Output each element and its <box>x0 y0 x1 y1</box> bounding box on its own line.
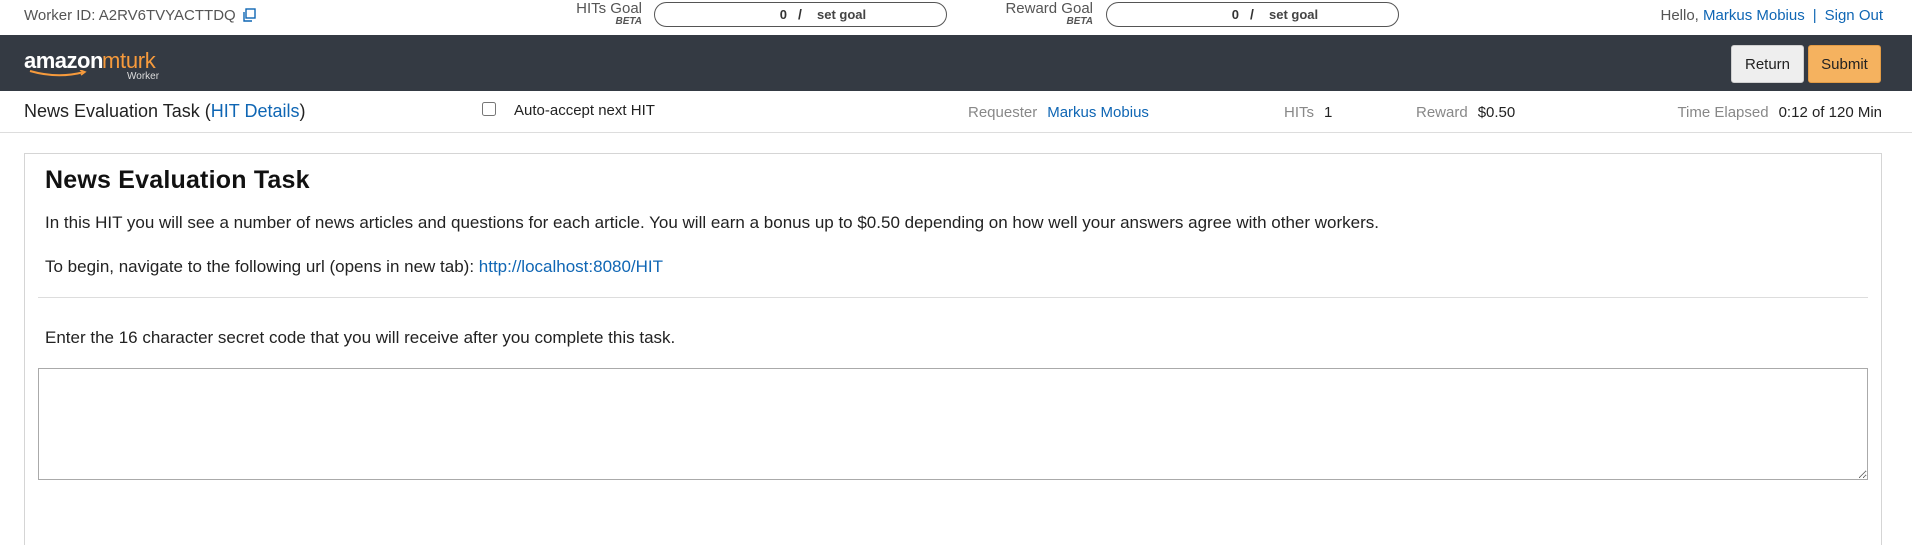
auto-accept-checkbox[interactable] <box>482 102 496 116</box>
hits-value: 1 <box>1324 104 1333 121</box>
user-greeting: Hello, Markus Mobius | Sign Out <box>1660 7 1883 24</box>
worker-id-text: Worker ID: A2RV6TVYACTTDQ <box>24 7 236 24</box>
reward-goal-label: Reward Goal BETA <box>1004 1 1093 28</box>
close-paren: ) <box>299 101 306 121</box>
user-name-link[interactable]: Markus Mobius <box>1703 7 1805 24</box>
task-title-text: News Evaluation Task <box>24 101 200 121</box>
reward-label: Reward <box>1416 104 1468 121</box>
return-button[interactable]: Return <box>1731 45 1804 83</box>
top-bar: Worker ID: A2RV6TVYACTTDQ HITs Goal BETA… <box>0 0 1912 35</box>
submit-button[interactable]: Submit <box>1808 45 1881 83</box>
requester-name-link[interactable]: Markus Mobius <box>1047 104 1149 121</box>
reward-value: $0.50 <box>1477 104 1516 121</box>
reward-goal-input[interactable]: 0 / set goal <box>1106 2 1399 27</box>
task-intro: In this HIT you will see a number of new… <box>45 213 1379 232</box>
hits-goal-value: 0 <box>779 7 787 22</box>
begin-text: To begin, navigate to the following url … <box>45 257 479 276</box>
hits-set-goal[interactable]: set goal <box>817 7 866 22</box>
hello-text: Hello, <box>1660 7 1699 24</box>
logo-worker: Worker <box>127 71 160 82</box>
hits-goal-beta: BETA <box>615 16 642 27</box>
code-prompt: Enter the 16 character secret code that … <box>45 328 676 347</box>
task-panel: News Evaluation Task In this HIT you wil… <box>24 153 1882 545</box>
hits-goal-label: HITs Goal BETA <box>576 1 642 28</box>
divider <box>38 297 1868 298</box>
hit-details-link[interactable]: HIT Details <box>211 101 300 121</box>
reward-goal-value: 0 <box>1231 7 1239 22</box>
secret-code-textarea[interactable] <box>38 368 1868 480</box>
requester-label: Requester <box>968 104 1038 121</box>
task-url-link[interactable]: http://localhost:8080/HIT <box>479 257 663 276</box>
reward-set-goal[interactable]: set goal <box>1269 7 1318 22</box>
auto-accept-label: Auto-accept next HIT <box>514 102 655 119</box>
separator: | <box>1812 7 1817 24</box>
hits-goal-text: HITs Goal <box>576 0 642 17</box>
sign-out-link[interactable]: Sign Out <box>1825 7 1883 24</box>
requester-info: Requester Markus Mobius <box>968 104 1149 121</box>
hits-goal-input[interactable]: 0 / set goal <box>654 2 947 27</box>
task-title: News Evaluation Task (HIT Details) <box>24 101 305 122</box>
amazon-mturk-logo[interactable]: amazon mturk Worker <box>24 48 164 82</box>
task-begin: To begin, navigate to the following url … <box>45 257 663 277</box>
time-elapsed-info: Time Elapsed 0:12 of 120 Min <box>1677 104 1882 121</box>
copy-icon[interactable] <box>242 8 256 26</box>
worker-id: Worker ID: A2RV6TVYACTTDQ <box>24 7 256 26</box>
reward-info: Reward $0.50 <box>1416 104 1515 121</box>
task-heading: News Evaluation Task <box>45 166 310 194</box>
time-elapsed-value: 0:12 of 120 Min <box>1778 104 1882 121</box>
auto-accept[interactable]: Auto-accept next HIT <box>482 102 655 119</box>
amazon-smile-icon <box>29 70 87 77</box>
reward-goal-beta: BETA <box>1066 16 1093 27</box>
task-info-bar: News Evaluation Task (HIT Details) Auto-… <box>0 91 1912 133</box>
hits-goal-slash: / <box>798 6 802 22</box>
reward-goal-slash: / <box>1250 6 1254 22</box>
reward-goal-text: Reward Goal <box>1005 0 1093 17</box>
header-bar: amazon mturk Worker Return Submit <box>0 35 1912 91</box>
hits-label: HITs <box>1284 104 1314 121</box>
time-elapsed-label: Time Elapsed <box>1677 104 1769 121</box>
hits-info: HITs 1 <box>1284 104 1332 121</box>
